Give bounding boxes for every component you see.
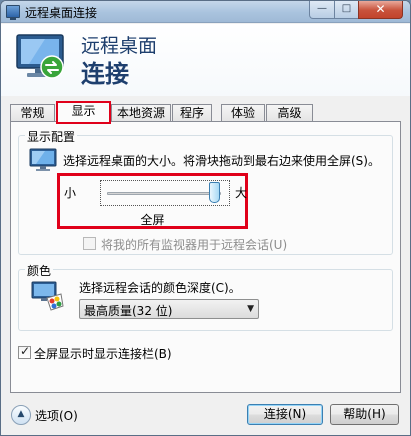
resolution-slider-highlight: 小 大 全屏: [57, 173, 248, 229]
display-size-description: 选择远程桌面的大小。将滑块拖动到最右边来使用全屏(S)。: [63, 154, 380, 168]
color-depth-select[interactable]: 最高质量(32 位) ▼: [79, 299, 259, 319]
rdp-app-icon: [6, 5, 20, 20]
chevron-down-icon: ▼: [247, 304, 254, 314]
maximize-button[interactable]: □: [334, 1, 359, 19]
color-palette-icon: [31, 281, 64, 311]
display-config-legend: 显示配置: [25, 128, 78, 145]
chevron-up-icon: ▲: [17, 409, 25, 419]
show-connection-bar-label: 全屏显示时显示连接栏(B): [34, 347, 172, 361]
rdp-window: 远程桌面连接 — □ ✕ 远程桌面 连接 常规 显示 本地资源 程序 体验 高级…: [0, 0, 411, 436]
connect-button[interactable]: 连接(N): [247, 404, 323, 425]
close-button[interactable]: ✕: [358, 1, 403, 19]
tab-experience[interactable]: 体验: [221, 104, 265, 122]
color-depth-selected-value: 最高质量(32 位): [84, 304, 173, 318]
minimize-button[interactable]: —: [309, 1, 335, 19]
slider-min-label: 小: [64, 186, 77, 200]
tab-display[interactable]: 显示: [56, 101, 111, 124]
slider-max-label: 大: [235, 186, 248, 200]
monitor-icon: [29, 148, 57, 171]
slider-value-label: 全屏: [140, 213, 165, 227]
slider-thumb[interactable]: [209, 182, 220, 203]
help-button[interactable]: 帮助(H): [330, 404, 399, 425]
header-title-line2: 连接: [81, 60, 129, 88]
display-config-group: 显示配置 选择远程桌面的大小。将滑块拖动到最右边来使用全屏(S)。 小 大 全屏: [18, 128, 393, 255]
remote-desktop-logo-icon: [16, 34, 64, 79]
slider-track: [107, 192, 221, 195]
resolution-slider[interactable]: [100, 180, 230, 206]
tab-local-resources[interactable]: 本地资源: [111, 104, 171, 122]
show-connection-bar-checkbox[interactable]: [18, 344, 31, 359]
colors-legend: 颜色: [25, 262, 54, 279]
window-title: 远程桌面连接: [25, 6, 98, 20]
multi-monitor-label: 将我的所有监视器用于远程会话(U): [101, 238, 288, 252]
tab-general[interactable]: 常规: [10, 104, 55, 122]
options-label[interactable]: 选项(O): [35, 407, 78, 424]
multi-monitor-checkbox[interactable]: [83, 237, 96, 250]
title-bar[interactable]: 远程桌面连接 — □ ✕: [1, 1, 410, 23]
colors-group: 颜色 选择远程会话的颜色深度(C)。 最高质量(32 位) ▼: [18, 262, 393, 331]
options-toggle-button[interactable]: ▲: [11, 405, 31, 425]
dialog-header: 远程桌面 连接: [1, 24, 410, 96]
tab-advanced[interactable]: 高级: [266, 104, 313, 122]
tab-programs[interactable]: 程序: [172, 104, 212, 122]
display-tab-panel: 显示配置 选择远程桌面的大小。将滑块拖动到最右边来使用全屏(S)。 小 大 全屏: [10, 121, 401, 393]
color-depth-description: 选择远程会话的颜色深度(C)。: [79, 281, 241, 295]
